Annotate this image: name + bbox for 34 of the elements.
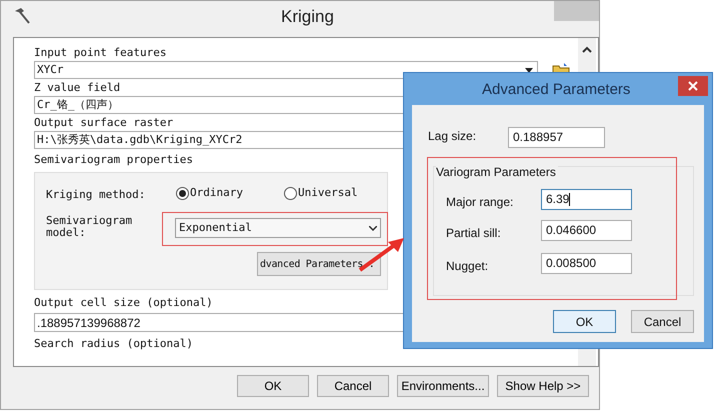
dialog-button[interactable]: Environments... <box>397 375 489 397</box>
model-label: Semivariogram model: <box>46 215 134 239</box>
lag-size-label: Lag size: <box>428 128 476 145</box>
dialog-button[interactable]: Cancel <box>317 375 389 397</box>
method-label: Kriging method: <box>46 187 146 203</box>
hammer-icon <box>13 7 31 25</box>
input-field[interactable]: 0.008500 <box>541 253 632 274</box>
section-label: Semivariogram properties <box>34 153 193 167</box>
input-field[interactable]: 0.046600 <box>541 220 632 241</box>
field-label: Z value field <box>34 81 120 95</box>
chevron-icon <box>369 226 377 230</box>
dialog-button[interactable]: OK <box>237 375 309 397</box>
radio-button[interactable] <box>176 186 189 200</box>
window-title: Kriging <box>281 6 334 28</box>
field-label: Input point features <box>34 46 166 60</box>
group-title: Variogram Parameters <box>436 163 558 181</box>
close-icon[interactable] <box>678 76 708 96</box>
dialog-button[interactable]: OK <box>553 310 616 333</box>
dialog-button[interactable]: Show Help >> <box>497 375 589 397</box>
input-field[interactable]: 0.188957 <box>508 127 605 148</box>
field-label: Output cell size (optional) <box>34 296 213 310</box>
radio-button[interactable] <box>284 186 297 200</box>
scroll-up-icon[interactable] <box>582 46 592 53</box>
dialog-button[interactable]: Cancel <box>631 310 694 333</box>
field-label: Output surface raster <box>34 116 174 130</box>
param-label: Nugget: <box>446 258 488 275</box>
dropdown[interactable]: XYCr <box>34 61 538 79</box>
param-label: Partial sill: <box>446 225 501 242</box>
radio-label[interactable]: Ordinary <box>190 185 243 202</box>
dropdown[interactable]: Exponential <box>175 218 381 238</box>
param-label: Major range: <box>446 194 514 211</box>
field-label: Search radius (optional) <box>34 337 193 351</box>
input-field[interactable]: 6.39 <box>541 189 632 210</box>
radio-label[interactable]: Universal <box>298 185 358 202</box>
